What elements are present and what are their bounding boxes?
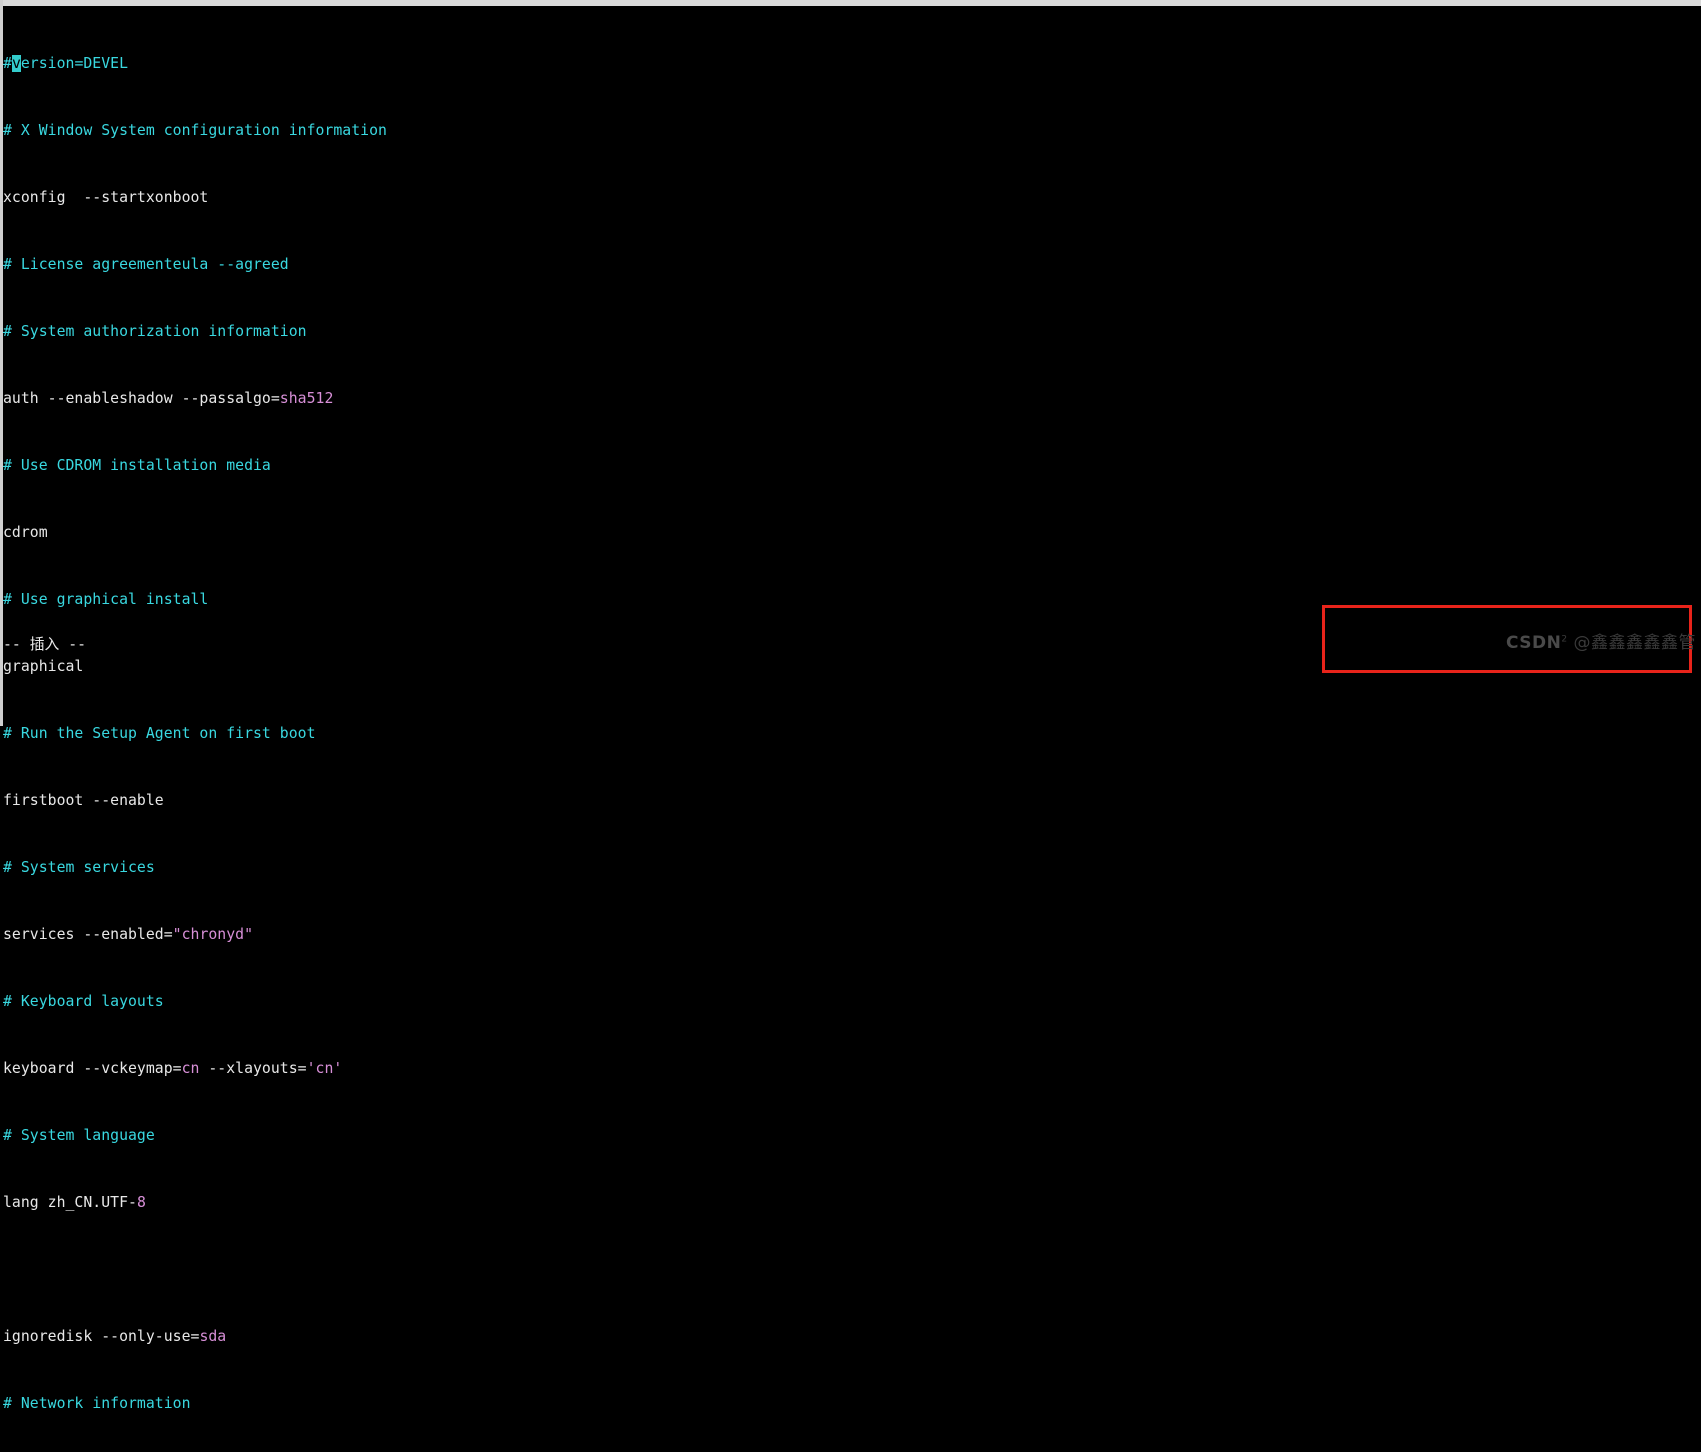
code-line[interactable]: firstboot --enable [3, 792, 1693, 810]
code-line[interactable]: # X Window System configuration informat… [3, 122, 1693, 140]
code-line[interactable]: xconfig --startxonboot [3, 189, 1693, 207]
code-line[interactable]: cdrom [3, 524, 1693, 542]
code-line[interactable]: ignoredisk --only-use=sda [3, 1328, 1693, 1346]
code-line[interactable]: services --enabled="chronyd" [3, 926, 1693, 944]
code-line[interactable]: # System services [3, 859, 1693, 877]
code-line[interactable]: auth --enableshadow --passalgo=sha512 [3, 390, 1693, 408]
code-line[interactable]: # Run the Setup Agent on first boot [3, 725, 1693, 743]
code-line[interactable]: # System authorization information [3, 323, 1693, 341]
code-line[interactable]: # Keyboard layouts [3, 993, 1693, 1011]
watermark-superscript: 2 [1561, 634, 1568, 645]
watermark-handle: @鑫鑫鑫鑫鑫管 [1573, 633, 1696, 653]
vim-mode-statusline: -- 插入 -- [3, 636, 87, 653]
terminal-window[interactable]: #version=DEVEL # X Window System configu… [0, 0, 1701, 1412]
watermark-brand: CSDN [1505, 633, 1562, 653]
code-line[interactable]: # License agreementeula --agreed [3, 256, 1693, 274]
vim-text-buffer[interactable]: #version=DEVEL # X Window System configu… [3, 6, 1693, 1452]
code-line[interactable]: #version=DEVEL [3, 55, 1693, 73]
code-line-blank[interactable] [3, 1262, 1693, 1279]
csdn-watermark: CSDN2 @鑫鑫鑫鑫鑫管 [1386, 628, 1696, 653]
code-line[interactable]: keyboard --vckeymap=cn --xlayouts='cn' [3, 1060, 1693, 1078]
code-line[interactable]: # Use CDROM installation media [3, 457, 1693, 475]
code-line[interactable]: lang zh_CN.UTF-8 [3, 1194, 1693, 1212]
code-line[interactable]: # Network information [3, 1395, 1693, 1413]
code-line[interactable]: # System language [3, 1127, 1693, 1145]
